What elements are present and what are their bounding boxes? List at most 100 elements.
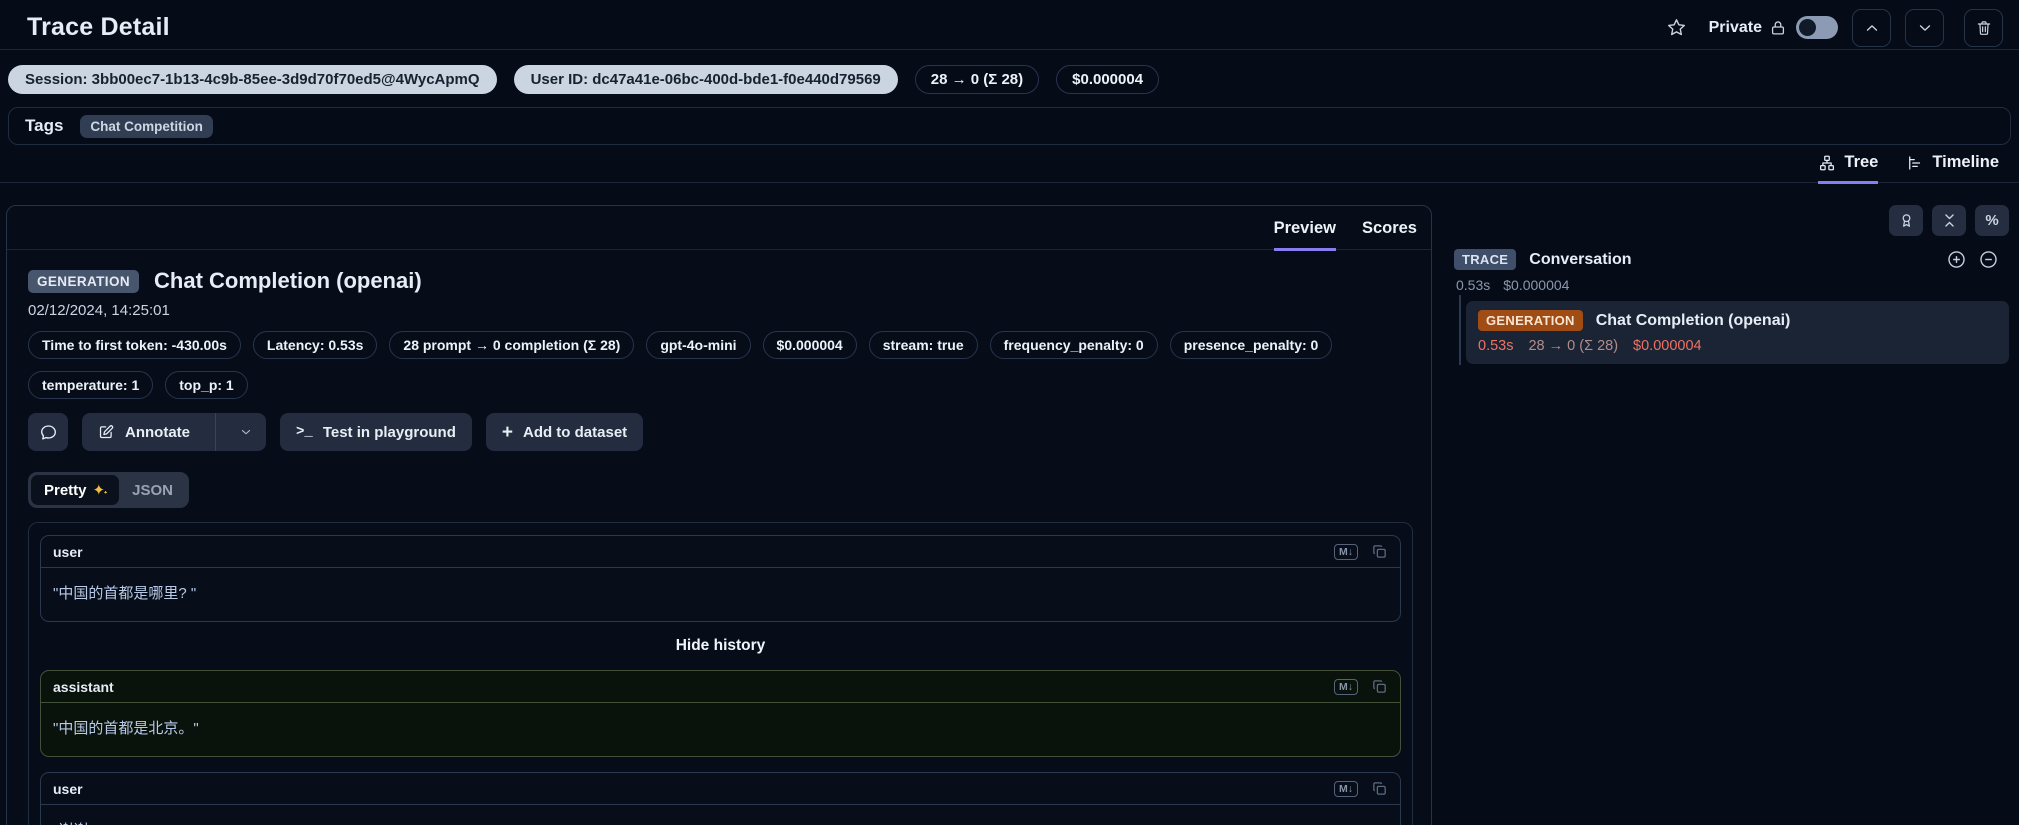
trace-node-row: TRACE Conversation — [1442, 249, 2009, 270]
sparkles-icon: ✦˖ — [93, 481, 107, 499]
generation-title: Chat Completion (openai) — [1596, 312, 1791, 330]
messages-container: user M↓ "中国的首都是哪里? " Hide history — [28, 522, 1413, 825]
metrics-visibility-button[interactable]: % — [1975, 205, 2009, 236]
tags-bar: Tags Chat Competition — [8, 107, 2011, 145]
timeline-icon — [1906, 154, 1924, 172]
metric-frequency-penalty: frequency_penalty: 0 — [990, 331, 1158, 359]
tab-tree[interactable]: Tree — [1818, 153, 1878, 184]
generation-type-badge: GENERATION — [1478, 310, 1583, 331]
panel-content: GENERATION Chat Completion (openai) 02/1… — [7, 250, 1431, 825]
markdown-toggle-icon[interactable]: M↓ — [1334, 781, 1358, 797]
panel-tabs: Preview Scores — [7, 206, 1431, 250]
bookmark-star-button[interactable] — [1666, 17, 1687, 38]
scores-visibility-button[interactable] — [1889, 205, 1923, 236]
trace-detail-page: Trace Detail Private — [0, 0, 2019, 825]
generation-metrics: 0.53s 28 → 0 (Σ 28) $0.000004 — [1478, 338, 1997, 354]
token-usage-badge: 28 → 0 (Σ 28) — [915, 65, 1039, 94]
message-content: "中国的首都是北京。" — [41, 703, 1400, 756]
message-header: user M↓ — [41, 536, 1400, 568]
tag-chip[interactable]: Chat Competition — [80, 115, 213, 138]
tab-preview[interactable]: Preview — [1274, 219, 1336, 251]
hide-history-button[interactable]: Hide history — [40, 637, 1401, 655]
session-badge[interactable]: Session: 3bb00ec7-1b13-4c9b-85ee-3d9d70f… — [8, 65, 497, 94]
tab-scores[interactable]: Scores — [1362, 219, 1417, 251]
collapse-icon — [1941, 212, 1958, 229]
observation-timestamp: 02/12/2024, 14:25:01 — [28, 302, 1409, 319]
message-user-2: user M↓ "谢谢" — [40, 772, 1401, 825]
trace-badges-row: Session: 3bb00ec7-1b13-4c9b-85ee-3d9d70f… — [0, 50, 2019, 107]
markdown-toggle-icon[interactable]: M↓ — [1334, 544, 1358, 560]
tree-expand-controls — [1946, 249, 1999, 270]
metric-model[interactable]: gpt-4o-mini — [646, 331, 750, 359]
markdown-toggle-icon[interactable]: M↓ — [1334, 679, 1358, 695]
message-content: "谢谢" — [41, 805, 1400, 825]
percent-icon: % — [1985, 212, 1998, 229]
trace-latency: 0.53s — [1456, 277, 1490, 293]
button-divider — [215, 413, 216, 451]
observation-type-badge: GENERATION — [28, 270, 139, 293]
metric-presence-penalty: presence_penalty: 0 — [1170, 331, 1333, 359]
public-sharing-toggle[interactable] — [1796, 16, 1838, 39]
star-icon — [1666, 17, 1687, 38]
tree-connector-line — [1459, 295, 1461, 365]
generation-node-header: GENERATION Chat Completion (openai) — [1478, 310, 1997, 331]
generation-latency: 0.53s — [1478, 338, 1513, 354]
add-to-dataset-label: Add to dataset — [523, 424, 627, 441]
generation-token-usage: 28 → 0 (Σ 28) — [1528, 338, 1618, 354]
message-tools: M↓ — [1334, 780, 1388, 797]
tree-icon — [1818, 154, 1836, 172]
collapse-all-button[interactable] — [1932, 205, 1966, 236]
trace-cost: $0.000004 — [1503, 277, 1569, 293]
message-role: user — [53, 544, 83, 560]
message-tools: M↓ — [1334, 543, 1388, 560]
chevron-up-icon — [1863, 19, 1881, 37]
trace-tree-sidebar: % TRACE Conversation 0.53s — [1432, 205, 2019, 364]
copy-icon[interactable] — [1371, 678, 1388, 695]
format-json-button[interactable]: JSON — [119, 475, 186, 505]
message-assistant: assistant M↓ "中国的首都是北京。" — [40, 670, 1401, 757]
user-id-badge[interactable]: User ID: dc47a41e-06bc-400d-bde1-f0e440d… — [514, 65, 898, 94]
tab-tree-label: Tree — [1844, 153, 1878, 172]
copy-icon[interactable] — [1371, 780, 1388, 797]
tab-timeline[interactable]: Timeline — [1906, 153, 1999, 184]
message-header: assistant M↓ — [41, 671, 1400, 703]
metric-token-usage: 28 prompt → 0 completion (Σ 28) — [389, 331, 634, 359]
annotate-menu-button[interactable] — [226, 413, 266, 451]
trash-icon — [1975, 19, 1993, 37]
observation-header: GENERATION Chat Completion (openai) — [28, 268, 1409, 294]
tab-timeline-label: Timeline — [1932, 153, 1999, 172]
collapse-node-icon[interactable] — [1978, 249, 1999, 270]
lock-icon — [1769, 19, 1787, 37]
cost-badge: $0.000004 — [1056, 65, 1159, 94]
actions-row: Annotate >_ Test in playground — [28, 413, 1409, 451]
observation-detail-panel: Preview Scores GENERATION Chat Completio… — [6, 205, 1432, 825]
format-pretty-button[interactable]: Pretty ✦˖ — [31, 475, 119, 505]
observation-metrics: Time to first token: -430.00s Latency: 0… — [28, 331, 1408, 399]
tags-label: Tags — [25, 116, 63, 136]
main-area: Preview Scores GENERATION Chat Completio… — [0, 183, 2019, 825]
copy-icon[interactable] — [1371, 543, 1388, 560]
test-in-playground-button[interactable]: >_ Test in playground — [280, 413, 472, 451]
tree-children: GENERATION Chat Completion (openai) 0.53… — [1442, 301, 2009, 364]
next-trace-button[interactable] — [1905, 9, 1944, 47]
expand-all-icon[interactable] — [1946, 249, 1967, 270]
message-content: "中国的首都是哪里? " — [41, 568, 1400, 621]
test-in-playground-label: Test in playground — [323, 424, 456, 441]
comment-button[interactable] — [28, 413, 68, 451]
metric-top-p: top_p: 1 — [165, 371, 247, 399]
generation-node-row[interactable]: GENERATION Chat Completion (openai) 0.53… — [1466, 301, 2009, 364]
privacy-label: Private — [1709, 19, 1762, 37]
annotate-split-button[interactable]: Annotate — [82, 413, 266, 451]
metric-latency: Latency: 0.53s — [253, 331, 378, 359]
trace-node[interactable]: TRACE Conversation — [1454, 249, 1632, 270]
add-to-dataset-button[interactable]: + Add to dataset — [486, 413, 643, 451]
view-tabs: Tree Timeline — [0, 145, 2019, 183]
annotate-label: Annotate — [125, 424, 190, 441]
message-header: user M↓ — [41, 773, 1400, 805]
annotate-button[interactable]: Annotate — [82, 413, 205, 451]
delete-trace-button[interactable] — [1964, 9, 2003, 47]
previous-trace-button[interactable] — [1852, 9, 1891, 47]
terminal-icon: >_ — [296, 424, 313, 440]
privacy-status: Private — [1709, 16, 1838, 39]
trace-title: Conversation — [1529, 251, 1631, 269]
